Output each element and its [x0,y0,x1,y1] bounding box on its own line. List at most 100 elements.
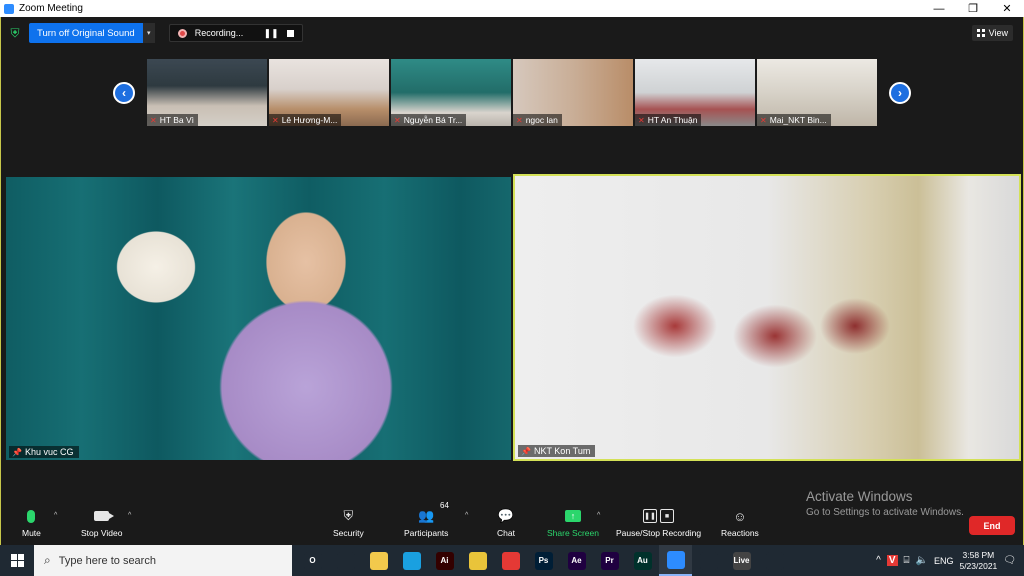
participant-name-tag: ✕ ngoc lan [513,114,562,126]
video-tile-left[interactable]: 📌 Khu vuc CG [6,177,511,460]
edge-icon-glyph [402,551,421,570]
chevron-up-icon[interactable]: ^ [876,555,881,566]
original-sound-button[interactable]: Turn off Original Sound ▾ [29,23,155,43]
zoom-icon[interactable] [659,545,692,576]
emoji-icon: ☺ [733,508,747,524]
recording-label: Recording... [194,28,244,38]
mic-muted-icon: ✕ [150,115,157,125]
after-effects-icon[interactable]: Ae [560,545,593,576]
participant-name: HT Ba Vì [159,115,195,125]
app-circle-icon-glyph [699,551,718,570]
photoshop-icon[interactable]: Ps [527,545,560,576]
livestream-icon[interactable]: Live [725,545,758,576]
app-messenger-icon[interactable] [758,545,791,576]
illustrator-icon[interactable]: Ai [428,545,461,576]
reactions-button[interactable]: ☺ Reactions [721,508,759,539]
mute-label: Mute [22,528,41,538]
participant-thumbnail[interactable]: ✕ Lê Hương-M... [269,59,389,126]
participant-name: NKT Kon Tum [533,446,591,456]
share-screen-button[interactable]: ↑ Share Screen [547,508,599,538]
participant-name: Lê Hương-M... [281,115,338,125]
mic-muted-icon: ✕ [516,115,523,125]
share-arrow-icon: ↑ [564,510,581,522]
participant-name: Nguyễn Bá Tr... [403,115,463,125]
search-icon: ⌕ [44,553,51,567]
app-messenger-icon-glyph [765,551,784,570]
chevron-up-icon[interactable]: ^ [597,512,600,519]
participant-thumbnail[interactable]: ✕ Nguyễn Bá Tr... [391,59,511,126]
file-explorer-icon[interactable] [362,545,395,576]
audition-icon[interactable]: Au [626,545,659,576]
vietkey-icon[interactable]: V [886,555,898,566]
task-view-icon[interactable] [329,545,362,576]
chat-button[interactable]: 💬 Chat [497,508,515,538]
chevron-down-icon[interactable]: ▾ [142,23,155,43]
previous-page-button[interactable]: ‹ [113,82,135,104]
share-screen-label: Share Screen [547,528,599,538]
stop-icon[interactable] [286,29,294,37]
participants-button[interactable]: 👥 Participants [404,508,448,538]
windows-logo-icon [10,554,24,567]
window-title: Zoom Meeting [19,3,83,14]
circle-icon[interactable]: O [296,545,329,576]
app-circle-icon[interactable] [692,545,725,576]
mic-muted-icon: ✕ [272,115,279,125]
participants-icon: 👥 [418,508,435,523]
next-page-button[interactable]: › [889,82,911,104]
premiere-icon[interactable]: Pr [593,545,626,576]
chevron-up-icon[interactable]: ^ [54,512,57,519]
security-label: Security [333,528,364,538]
chat-label: Chat [497,528,515,538]
clock[interactable]: 3:58 PM 5/23/2021 [959,550,997,572]
system-tray: ^ V ⌸ 🔈 ENG 3:58 PM 5/23/2021 🗨 [876,545,1024,576]
close-icon[interactable]: ✕ [990,0,1024,17]
chevron-up-icon[interactable]: ^ [465,512,468,519]
pause-icon[interactable]: ❚❚ [264,28,279,39]
pin-icon: 📌 [12,447,22,457]
start-button[interactable] [0,545,34,576]
language-indicator[interactable]: ENG [934,556,954,566]
pause-stop-recording-button[interactable]: ❚❚ ■ Pause/Stop Recording [616,508,701,538]
premiere-icon-glyph: Pr [600,551,619,570]
video-tile-active-speaker[interactable]: 📌 NKT Kon Tum [513,174,1021,461]
video-name-tag: 📌 Khu vuc CG [9,446,79,458]
after-effects-icon-glyph: Ae [567,551,586,570]
participant-thumbnail[interactable]: ✕ ngoc lan [513,59,633,126]
maximize-icon[interactable]: ❐ [956,0,990,17]
mic-muted-icon: ✕ [760,115,767,125]
search-placeholder: Type here to search [58,554,156,567]
participant-count: 64 [440,501,449,510]
stop-video-button[interactable]: Stop Video [81,508,122,538]
notifications-icon[interactable]: 🗨 [1003,555,1016,566]
audition-icon-glyph: Au [633,551,652,570]
mic-muted-icon: ✕ [638,115,645,125]
app-red-icon-glyph [501,551,520,570]
chrome-icon[interactable] [461,545,494,576]
network-icon[interactable]: ⌸ [904,555,910,566]
encryption-shield-icon[interactable]: ⛨ [9,26,21,40]
meeting-toolbar: Mute ^ Stop Video ^ ⛨ Security 👥 Partici… [0,498,1024,545]
photoshop-icon-glyph: Ps [534,551,553,570]
mute-button[interactable]: Mute [22,508,41,538]
participant-thumbnail[interactable]: ✕ HT Ba Vì [147,59,267,126]
original-sound-label: Turn off Original Sound [37,27,135,39]
participant-name: ngoc lan [525,115,558,125]
participant-thumbnail[interactable]: ✕ HT An Thuận [635,59,755,126]
edge-icon[interactable] [395,545,428,576]
participant-thumbnail[interactable]: ✕ Mai_NKT Bin... [757,59,877,126]
view-button[interactable]: View [971,25,1013,41]
minimize-icon[interactable]: — [922,0,956,17]
stop-icon: ■ [660,509,675,523]
chevron-left-icon: ‹ [122,86,126,100]
chevron-up-icon[interactable]: ^ [128,512,131,519]
end-meeting-button[interactable]: End [969,516,1015,535]
pin-icon: 📌 [521,446,531,456]
security-button[interactable]: ⛨ Security [333,508,364,538]
speaker-icon[interactable]: 🔈 [916,555,928,566]
recording-dot-icon [177,28,187,38]
windows-taskbar: ⌕ Type here to search O Ai Ps Ae Pr Au Live ^ … [0,545,1024,576]
grid-icon [976,29,985,37]
pinned-apps: O Ai Ps Ae Pr Au Live [296,545,791,576]
taskbar-search-input[interactable]: ⌕ Type here to search [34,545,292,576]
app-red-icon[interactable] [494,545,527,576]
